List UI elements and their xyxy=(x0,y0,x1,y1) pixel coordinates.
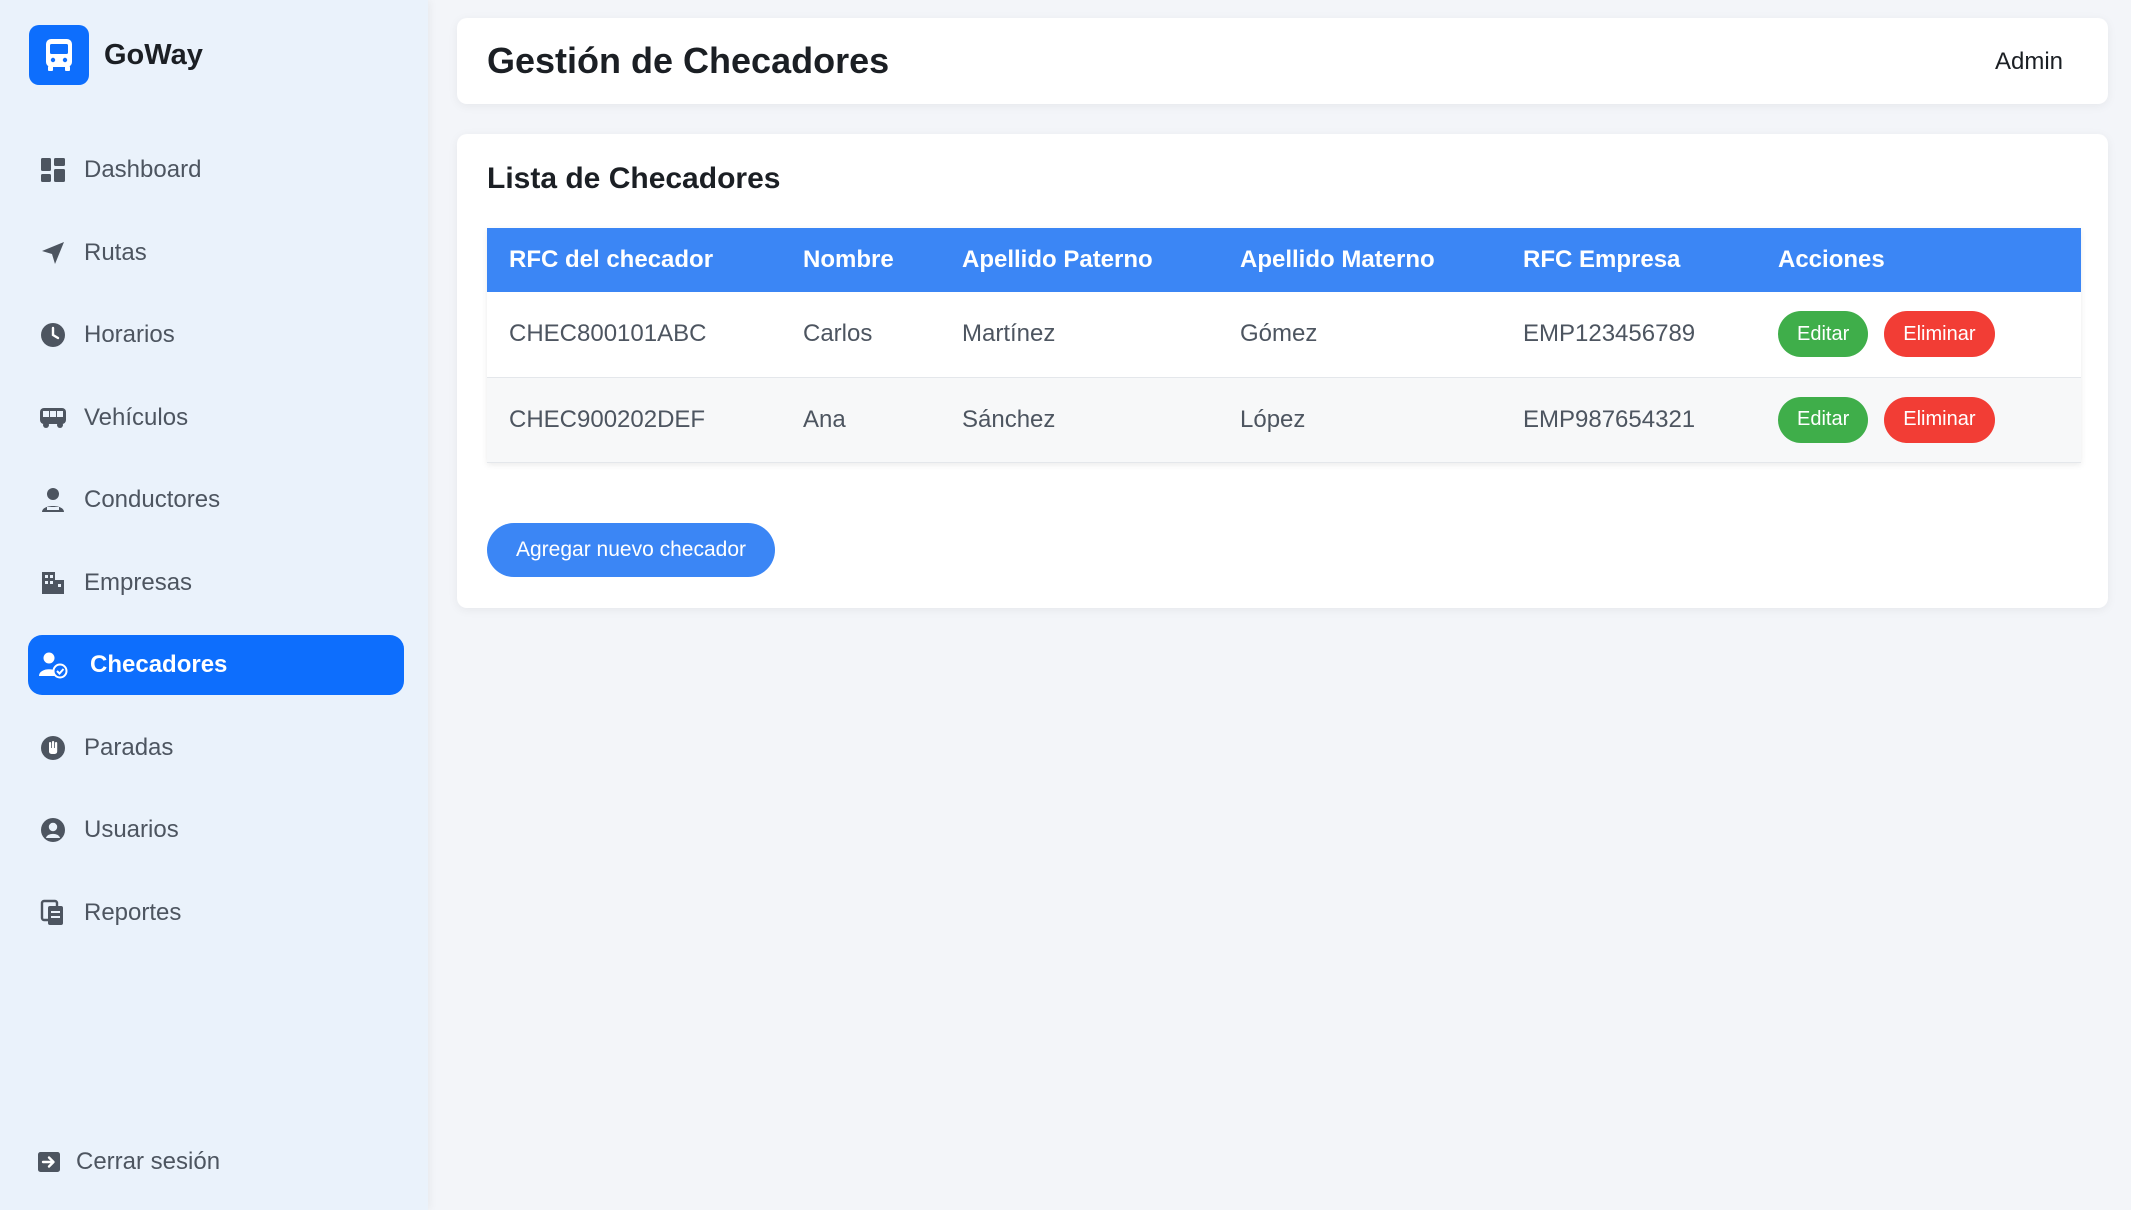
edit-button[interactable]: Editar xyxy=(1778,311,1869,358)
table-header-row: RFC del checador Nombre Apellido Paterno… xyxy=(487,228,2081,292)
clock-icon xyxy=(36,318,70,352)
navigation-arrow-icon xyxy=(36,236,70,270)
sidebar-item-rutas[interactable]: Rutas xyxy=(28,223,404,283)
checadores-card: Lista de Checadores RFC del checador Nom… xyxy=(457,134,2108,608)
cell-rfc: CHEC800101ABC xyxy=(487,292,781,378)
logout-label: Cerrar sesión xyxy=(76,1148,221,1175)
sidebar-item-label: Vehículos xyxy=(84,403,189,431)
sidebar-nav: Dashboard Rutas Horarios Vehículos Condu… xyxy=(28,140,404,965)
sidebar-item-usuarios[interactable]: Usuarios xyxy=(28,800,404,860)
user-menu[interactable]: Admin xyxy=(1995,48,2063,76)
sidebar-item-label: Reportes xyxy=(84,898,182,926)
column-header: Acciones xyxy=(1756,228,2081,292)
dashboard-icon xyxy=(36,153,70,187)
user-circle-icon xyxy=(36,813,70,847)
sidebar-item-label: Usuarios xyxy=(84,816,179,843)
sidebar-item-label: Conductores xyxy=(84,486,221,513)
delete-button[interactable]: Eliminar xyxy=(1884,311,1995,358)
sidebar-item-label: Empresas xyxy=(84,568,193,596)
brand[interactable]: GoWay xyxy=(29,25,203,85)
cell-apellido-paterno: Martínez xyxy=(940,292,1218,378)
sidebar-item-label: Dashboard xyxy=(84,156,202,183)
sidebar-item-vehiculos[interactable]: Vehículos xyxy=(28,388,404,448)
bus-icon xyxy=(36,401,70,435)
driver-icon xyxy=(36,483,70,517)
cell-apellido-paterno: Sánchez xyxy=(940,377,1218,463)
sidebar-item-paradas[interactable]: Paradas xyxy=(28,718,404,778)
table-row: CHEC900202DEF Ana Sánchez López EMP98765… xyxy=(487,377,2081,463)
sidebar-item-empresas[interactable]: Empresas xyxy=(28,553,404,613)
cell-apellido-materno: López xyxy=(1218,377,1501,463)
cell-apellido-materno: Gómez xyxy=(1218,292,1501,378)
edit-button[interactable]: Editar xyxy=(1778,396,1869,443)
column-header: Apellido Materno xyxy=(1218,228,1501,292)
column-header: RFC del checador xyxy=(487,228,781,292)
logout-icon xyxy=(36,1149,62,1175)
add-checador-button[interactable]: Agregar nuevo checador xyxy=(487,523,775,577)
page-title: Gestión de Checadores xyxy=(487,40,890,81)
delete-button[interactable]: Eliminar xyxy=(1884,396,1995,443)
table-row: CHEC800101ABC Carlos Martínez Gómez EMP1… xyxy=(487,292,2081,378)
user-check-icon xyxy=(36,648,70,682)
sidebar-item-conductores[interactable]: Conductores xyxy=(28,470,404,530)
building-icon xyxy=(36,566,70,600)
column-header: Apellido Paterno xyxy=(940,228,1218,292)
cell-rfc-empresa: EMP987654321 xyxy=(1501,377,1756,463)
logout-button[interactable]: Cerrar sesión xyxy=(36,1148,220,1176)
page-header: Gestión de Checadores Admin xyxy=(457,18,2108,104)
cell-rfc-empresa: EMP123456789 xyxy=(1501,292,1756,378)
bus-icon xyxy=(29,25,89,85)
cell-acciones: Editar Eliminar xyxy=(1756,377,2081,463)
sidebar-item-label: Horarios xyxy=(84,321,175,348)
sidebar-item-label: Paradas xyxy=(84,733,174,761)
sidebar-item-horarios[interactable]: Horarios xyxy=(28,305,404,365)
brand-name: GoWay xyxy=(104,38,203,71)
cell-acciones: Editar Eliminar xyxy=(1756,292,2081,378)
checadores-table: RFC del checador Nombre Apellido Paterno… xyxy=(487,228,2081,463)
column-header: Nombre xyxy=(781,228,940,292)
document-copy-icon xyxy=(36,896,70,930)
sidebar: GoWay Dashboard Rutas Horarios Vehículos xyxy=(0,0,428,1210)
sidebar-item-label: Checadores xyxy=(90,651,228,678)
sidebar-item-label: Rutas xyxy=(84,238,147,266)
column-header: RFC Empresa xyxy=(1501,228,1756,292)
sidebar-item-reportes[interactable]: Reportes xyxy=(28,883,404,943)
cell-nombre: Carlos xyxy=(781,292,940,378)
hand-stop-icon xyxy=(36,731,70,765)
card-title: Lista de Checadores xyxy=(487,162,781,195)
sidebar-item-checadores[interactable]: Checadores xyxy=(28,635,404,695)
sidebar-item-dashboard[interactable]: Dashboard xyxy=(28,140,404,200)
cell-rfc: CHEC900202DEF xyxy=(487,377,781,463)
cell-nombre: Ana xyxy=(781,377,940,463)
